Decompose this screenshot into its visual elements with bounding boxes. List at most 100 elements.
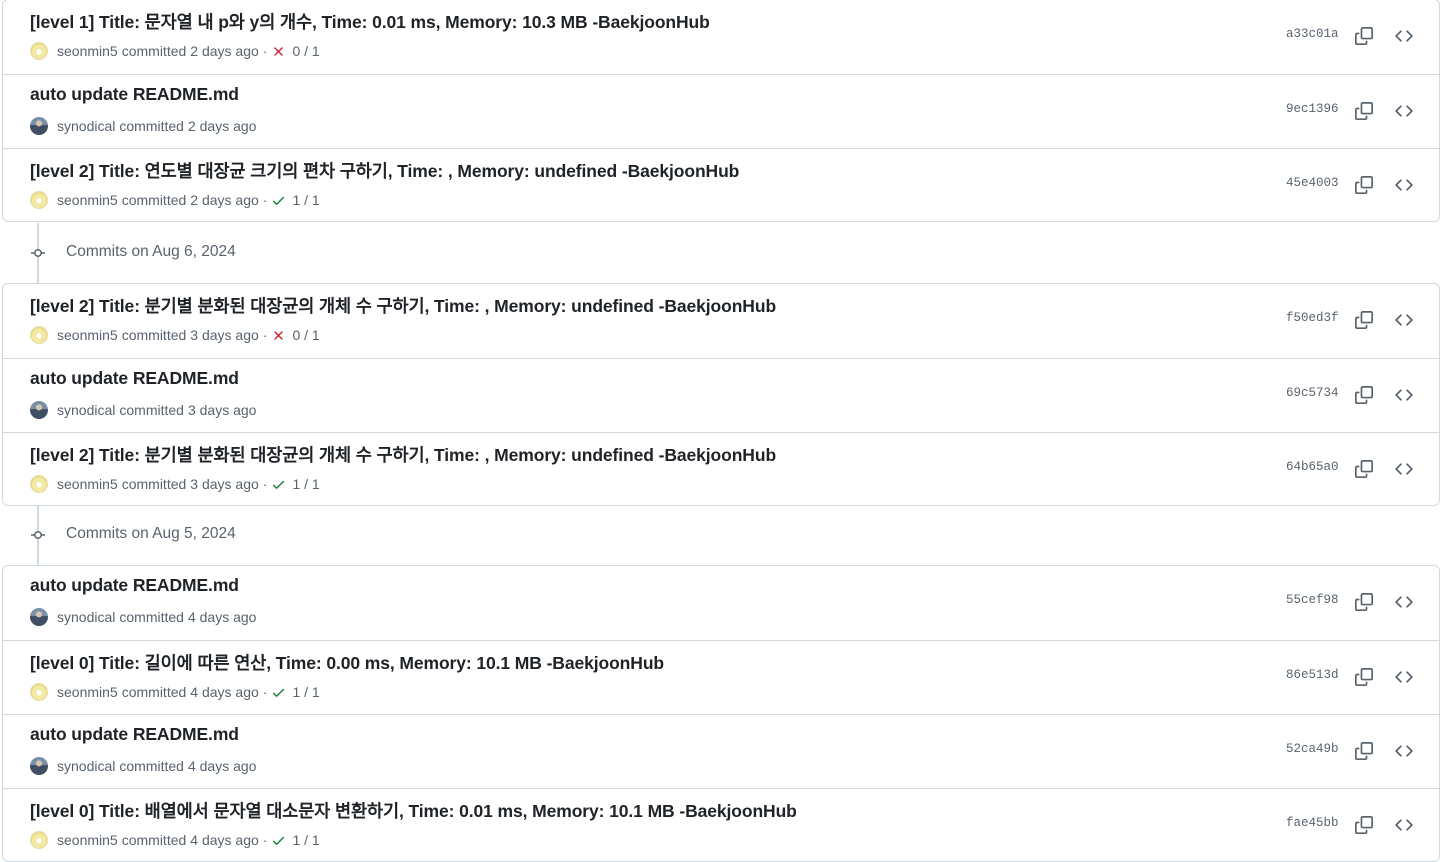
committed-text: committed [121, 476, 187, 492]
relative-time[interactable]: 3 days ago [190, 476, 259, 492]
committed-text: committed [121, 192, 187, 208]
check-icon[interactable] [271, 193, 286, 208]
commit-message-link[interactable]: auto update README.md [30, 84, 239, 105]
browse-repo-button[interactable] [1389, 662, 1419, 692]
checks-count[interactable]: 0 / 1 [292, 327, 319, 343]
committed-text: committed [119, 609, 184, 625]
commit-message-link[interactable]: [level 2] Title: 분기별 분화된 대장균의 개체 수 구하기, … [30, 293, 776, 318]
checks-count[interactable]: 1 / 1 [292, 192, 319, 208]
avatar[interactable] [30, 475, 48, 493]
commit-message-link[interactable]: auto update README.md [30, 724, 239, 745]
copy-sha-button[interactable] [1349, 662, 1379, 692]
browse-repo-button[interactable] [1389, 587, 1419, 617]
relative-time[interactable]: 2 days ago [190, 43, 259, 59]
browse-repo-button[interactable] [1389, 96, 1419, 126]
commit-message-link[interactable]: [level 0] Title: 길이에 따른 연산, Time: 0.00 m… [30, 650, 664, 675]
commit-sha-link[interactable]: 52ca49b [1286, 742, 1339, 756]
relative-time[interactable]: 3 days ago [188, 402, 257, 418]
commit-sha-link[interactable]: 55cef98 [1286, 593, 1339, 607]
browse-repo-button[interactable] [1389, 305, 1419, 335]
copy-sha-button[interactable] [1349, 305, 1379, 335]
commit-sha-link[interactable]: 69c5734 [1286, 386, 1339, 400]
relative-time[interactable]: 4 days ago [188, 758, 257, 774]
author-link[interactable]: synodical [57, 118, 115, 134]
x-icon[interactable] [271, 328, 286, 343]
copy-sha-button[interactable] [1349, 810, 1379, 840]
commit-message-link[interactable]: [level 0] Title: 배열에서 문자열 대소문자 변환하기, Tim… [30, 798, 797, 823]
commit-sha-link[interactable]: f50ed3f [1286, 311, 1339, 325]
copy-sha-button[interactable] [1349, 170, 1379, 200]
relative-time[interactable]: 2 days ago [188, 118, 257, 134]
meta-separator: · [262, 476, 268, 492]
copy-icon [1355, 742, 1373, 760]
checks-count[interactable]: 1 / 1 [292, 476, 319, 492]
author-link[interactable]: seonmin5 [57, 192, 118, 208]
copy-sha-button[interactable] [1349, 454, 1379, 484]
author-link[interactable]: synodical [57, 758, 115, 774]
commit-sha-link[interactable]: 9ec1396 [1286, 102, 1339, 116]
copy-icon [1355, 593, 1373, 611]
avatar[interactable] [30, 683, 48, 701]
commit-sha-link[interactable]: 86e513d [1286, 668, 1339, 682]
commit-message-link[interactable]: [level 2] Title: 연도별 대장균 크기의 편차 구하기, Tim… [30, 158, 739, 183]
relative-time[interactable]: 2 days ago [190, 192, 259, 208]
commit-row: auto update README.md synodical committe… [3, 714, 1439, 788]
avatar[interactable] [30, 117, 48, 135]
browse-repo-button[interactable] [1389, 810, 1419, 840]
avatar[interactable] [30, 757, 48, 775]
code-icon [1395, 742, 1413, 760]
commit-message-link[interactable]: auto update README.md [30, 368, 239, 389]
commit-message-link[interactable]: auto update README.md [30, 575, 239, 596]
copy-sha-button[interactable] [1349, 96, 1379, 126]
relative-time[interactable]: 4 days ago [190, 684, 259, 700]
commit-sha-link[interactable]: 45e4003 [1286, 176, 1339, 190]
date-divider: Commits on Aug 5, 2024 [0, 505, 1442, 565]
checks-count[interactable]: 1 / 1 [292, 684, 319, 700]
checks-count[interactable]: 0 / 1 [292, 43, 319, 59]
commit-meta: synodical committed 3 days ago [30, 401, 256, 419]
check-icon[interactable] [271, 477, 286, 492]
avatar[interactable] [30, 326, 48, 344]
author-link[interactable]: seonmin5 [57, 684, 118, 700]
avatar[interactable] [30, 42, 48, 60]
committed-text: committed [119, 118, 184, 134]
code-icon [1395, 460, 1413, 478]
browse-repo-button[interactable] [1389, 380, 1419, 410]
browse-repo-button[interactable] [1389, 21, 1419, 51]
copy-sha-button[interactable] [1349, 21, 1379, 51]
author-link[interactable]: synodical [57, 609, 115, 625]
commit-row: [level 2] Title: 분기별 분화된 대장균의 개체 수 구하기, … [3, 284, 1439, 358]
code-icon [1395, 176, 1413, 194]
copy-sha-button[interactable] [1349, 380, 1379, 410]
check-icon[interactable] [271, 833, 286, 848]
author-link[interactable]: seonmin5 [57, 43, 118, 59]
checks-count[interactable]: 1 / 1 [292, 832, 319, 848]
copy-sha-button[interactable] [1349, 587, 1379, 617]
browse-repo-button[interactable] [1389, 170, 1419, 200]
meta-separator: · [262, 327, 268, 343]
relative-time[interactable]: 4 days ago [190, 832, 259, 848]
relative-time[interactable]: 4 days ago [188, 609, 257, 625]
commit-message-link[interactable]: [level 2] Title: 분기별 분화된 대장균의 개체 수 구하기, … [30, 442, 776, 467]
avatar[interactable] [30, 831, 48, 849]
author-link[interactable]: seonmin5 [57, 832, 118, 848]
browse-repo-button[interactable] [1389, 736, 1419, 766]
author-link[interactable]: seonmin5 [57, 476, 118, 492]
author-link[interactable]: seonmin5 [57, 327, 118, 343]
avatar[interactable] [30, 401, 48, 419]
copy-icon [1355, 816, 1373, 834]
avatar[interactable] [30, 191, 48, 209]
copy-sha-button[interactable] [1349, 736, 1379, 766]
commit-sha-link[interactable]: a33c01a [1286, 27, 1339, 41]
copy-icon [1355, 460, 1373, 478]
commit-sha-link[interactable]: fae45bb [1286, 816, 1339, 830]
commit-message-link[interactable]: [level 1] Title: 문자열 내 p와 y의 개수, Time: 0… [30, 9, 710, 34]
avatar[interactable] [30, 608, 48, 626]
relative-time[interactable]: 3 days ago [190, 327, 259, 343]
author-link[interactable]: synodical [57, 402, 115, 418]
x-icon[interactable] [271, 44, 286, 59]
check-icon[interactable] [271, 685, 286, 700]
commit-group: [level 2] Title: 분기별 분화된 대장균의 개체 수 구하기, … [2, 283, 1440, 506]
commit-sha-link[interactable]: 64b65a0 [1286, 460, 1339, 474]
browse-repo-button[interactable] [1389, 454, 1419, 484]
